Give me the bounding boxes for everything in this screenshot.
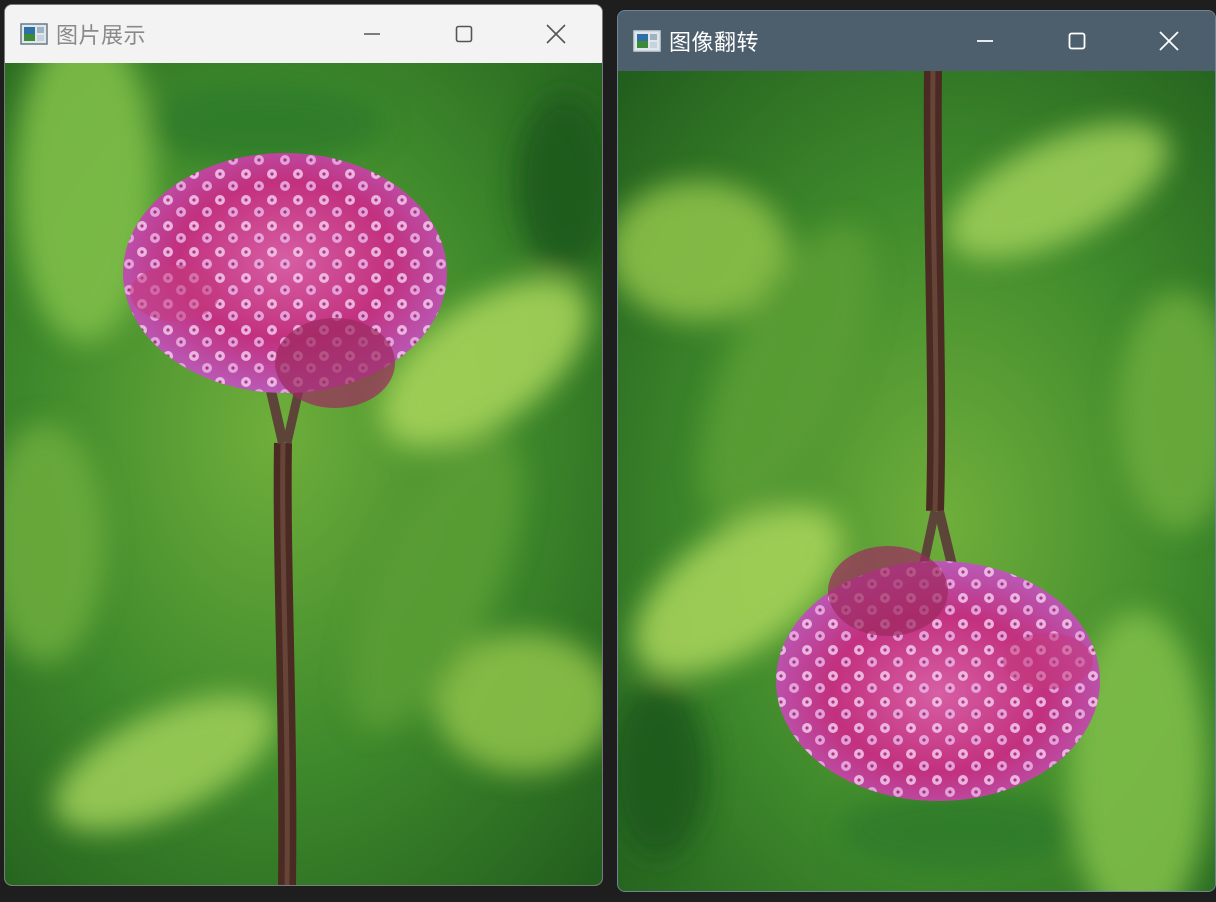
image-canvas: [5, 63, 602, 885]
close-button[interactable]: [510, 5, 602, 63]
maximize-icon: [455, 25, 473, 43]
maximize-button[interactable]: [418, 5, 510, 63]
minimize-icon: [364, 33, 380, 35]
close-icon: [546, 24, 566, 44]
close-icon: [1159, 31, 1179, 51]
image-flip-window: 图像翻转: [617, 10, 1216, 892]
desktop: 图片展示 图像翻转: [0, 0, 1216, 902]
image-display-window: 图片展示: [4, 4, 603, 886]
close-button[interactable]: [1123, 11, 1215, 71]
flipped-flower-photo: [618, 71, 1215, 891]
image-app-icon: [633, 30, 661, 52]
minimize-button[interactable]: [939, 11, 1031, 71]
window-title: 图片展示: [56, 24, 147, 49]
image-canvas: [618, 71, 1215, 891]
flower-photo: [5, 63, 602, 885]
window-controls: [326, 5, 602, 63]
maximize-button[interactable]: [1031, 11, 1123, 71]
window-title: 图像翻转: [669, 31, 760, 56]
image-app-icon: [20, 23, 48, 45]
minimize-button[interactable]: [326, 5, 418, 63]
minimize-icon: [977, 40, 993, 42]
window-controls: [939, 11, 1215, 71]
title-bar[interactable]: 图像翻转: [618, 11, 1215, 71]
title-bar[interactable]: 图片展示: [5, 5, 602, 63]
maximize-icon: [1068, 32, 1086, 50]
